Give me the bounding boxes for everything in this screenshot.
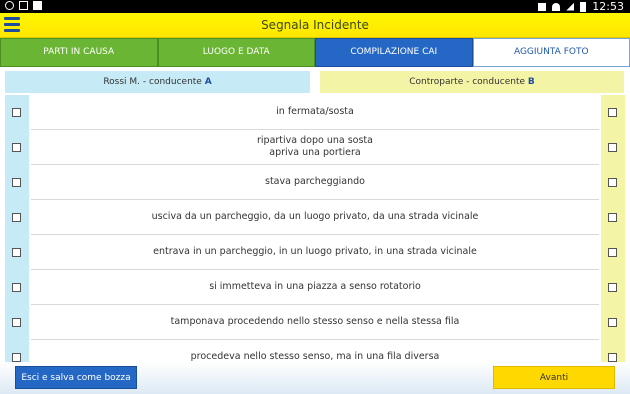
tab-compilazione-cai[interactable]: COMPILAZIONE CAI: [315, 38, 473, 67]
list-item: entrava in un parcheggio, in un luogo pr…: [0, 235, 630, 270]
circumstance-label: apriva una portiera: [269, 147, 361, 158]
checkbox-party-a[interactable]: [12, 143, 21, 152]
checkbox-party-a[interactable]: [12, 248, 21, 257]
signal-icon: [566, 2, 575, 11]
list-item: si immetteva in una piazza a senso rotat…: [0, 270, 630, 305]
next-button[interactable]: Avanti: [493, 366, 615, 389]
circumstance-label: in fermata/sosta: [276, 106, 354, 117]
checkbox-party-a[interactable]: [12, 353, 21, 362]
battery-icon: [580, 1, 587, 12]
list-item: in fermata/sosta: [0, 95, 630, 130]
status-bar: 12:53: [0, 0, 630, 13]
list-item: ripartiva dopo una sosta apriva una port…: [0, 130, 630, 165]
checkbox-party-b[interactable]: [608, 143, 617, 152]
checkbox-party-a[interactable]: [12, 213, 21, 222]
footer-bar: Esci e salva come bozza Avanti: [0, 362, 630, 394]
checkbox-party-a[interactable]: [12, 108, 21, 117]
checkbox-party-b[interactable]: [608, 318, 617, 327]
checkbox-party-b[interactable]: [608, 248, 617, 257]
tab-parti-in-causa[interactable]: PARTI IN CAUSA: [0, 38, 158, 67]
party-b-letter: B: [527, 77, 535, 87]
checkbox-party-b[interactable]: [608, 283, 617, 292]
tab-luogo-e-data[interactable]: LUOGO E DATA: [157, 38, 315, 67]
circumstances-list: in fermata/sosta ripartiva dopo una sost…: [0, 95, 630, 362]
list-item: tamponava procedendo nello stesso senso …: [0, 305, 630, 340]
checkbox-party-a[interactable]: [12, 178, 21, 187]
circumstance-label: procedeva nello stesso senso, ma in una …: [190, 351, 440, 362]
image-icon: [19, 1, 28, 10]
location-icon: [5, 1, 14, 10]
checkbox-party-b[interactable]: [608, 108, 617, 117]
party-a-letter: A: [204, 77, 212, 87]
circumstance-label: stava parcheggiando: [265, 176, 365, 187]
clock: 12:53: [592, 0, 624, 13]
list-item: procedeva nello stesso senso, ma in una …: [0, 340, 630, 362]
circumstance-label: ripartiva dopo una sosta: [257, 135, 373, 146]
tab-aggiunta-foto[interactable]: AGGIUNTA FOTO: [472, 38, 630, 67]
circumstance-label: usciva da un parcheggio, da un luogo pri…: [151, 211, 479, 222]
circumstance-label: tamponava procedendo nello stesso senso …: [170, 316, 460, 327]
download-icon: [33, 1, 42, 10]
checkbox-party-b[interactable]: [608, 353, 617, 362]
list-item: stava parcheggiando: [0, 165, 630, 200]
party-b-name: Controparte - conducente: [409, 77, 528, 87]
title-bar: Segnala Incidente: [0, 13, 630, 38]
party-b-header: Controparte - conducente B: [320, 71, 624, 93]
circumstance-label: si immetteva in una piazza a senso rotat…: [209, 281, 421, 292]
mute-icon: [538, 2, 547, 11]
checkbox-party-a[interactable]: [12, 283, 21, 292]
party-a-header: Rossi M. - conducente A: [5, 71, 310, 93]
circumstance-label: entrava in un parcheggio, in un luogo pr…: [153, 246, 477, 257]
list-item: usciva da un parcheggio, da un luogo pri…: [0, 200, 630, 235]
party-a-name: Rossi M. - conducente: [103, 77, 205, 87]
save-draft-button[interactable]: Esci e salva come bozza: [15, 366, 137, 389]
checkbox-party-a[interactable]: [12, 318, 21, 327]
checkbox-party-b[interactable]: [608, 213, 617, 222]
wifi-icon: [552, 2, 561, 11]
checkbox-party-b[interactable]: [608, 178, 617, 187]
step-tabs: PARTI IN CAUSA LUOGO E DATA COMPILAZIONE…: [0, 38, 630, 67]
page-title: Segnala Incidente: [261, 18, 369, 32]
